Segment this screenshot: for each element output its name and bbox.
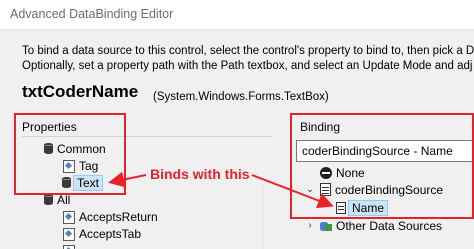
annotation-box-properties bbox=[14, 113, 126, 195]
title-bar: Advanced DataBinding Editor bbox=[0, 0, 474, 30]
control-type: (System.Windows.Forms.TextBox) bbox=[153, 91, 329, 103]
property-icon bbox=[62, 210, 75, 224]
tree-node-acceptsreturn[interactable]: AcceptsReturn bbox=[62, 208, 158, 225]
data-sources-icon bbox=[320, 220, 332, 232]
properties-scrollbar[interactable] bbox=[262, 185, 275, 249]
window-title: Advanced DataBinding Editor bbox=[10, 7, 174, 21]
annotation-text: Binds with this bbox=[150, 166, 250, 182]
property-icon bbox=[62, 227, 75, 241]
instructions: To bind a data source to this control, s… bbox=[22, 44, 474, 74]
annotation-box-binding bbox=[290, 113, 474, 219]
chevron-right-icon[interactable]: › bbox=[304, 220, 316, 231]
control-name: txtCoderName bbox=[22, 82, 139, 101]
binding-node-other[interactable]: › Other Data Sources bbox=[304, 217, 442, 234]
category-icon bbox=[44, 194, 53, 205]
tree-node-acceptstab[interactable]: AcceptsTab bbox=[62, 225, 141, 242]
property-icon bbox=[62, 244, 75, 249]
tree-node-partial[interactable] bbox=[62, 242, 75, 249]
instructions-line-1: To bind a data source to this control, s… bbox=[22, 45, 474, 57]
instructions-line-2: Optionally, set a property path with the… bbox=[22, 60, 473, 72]
